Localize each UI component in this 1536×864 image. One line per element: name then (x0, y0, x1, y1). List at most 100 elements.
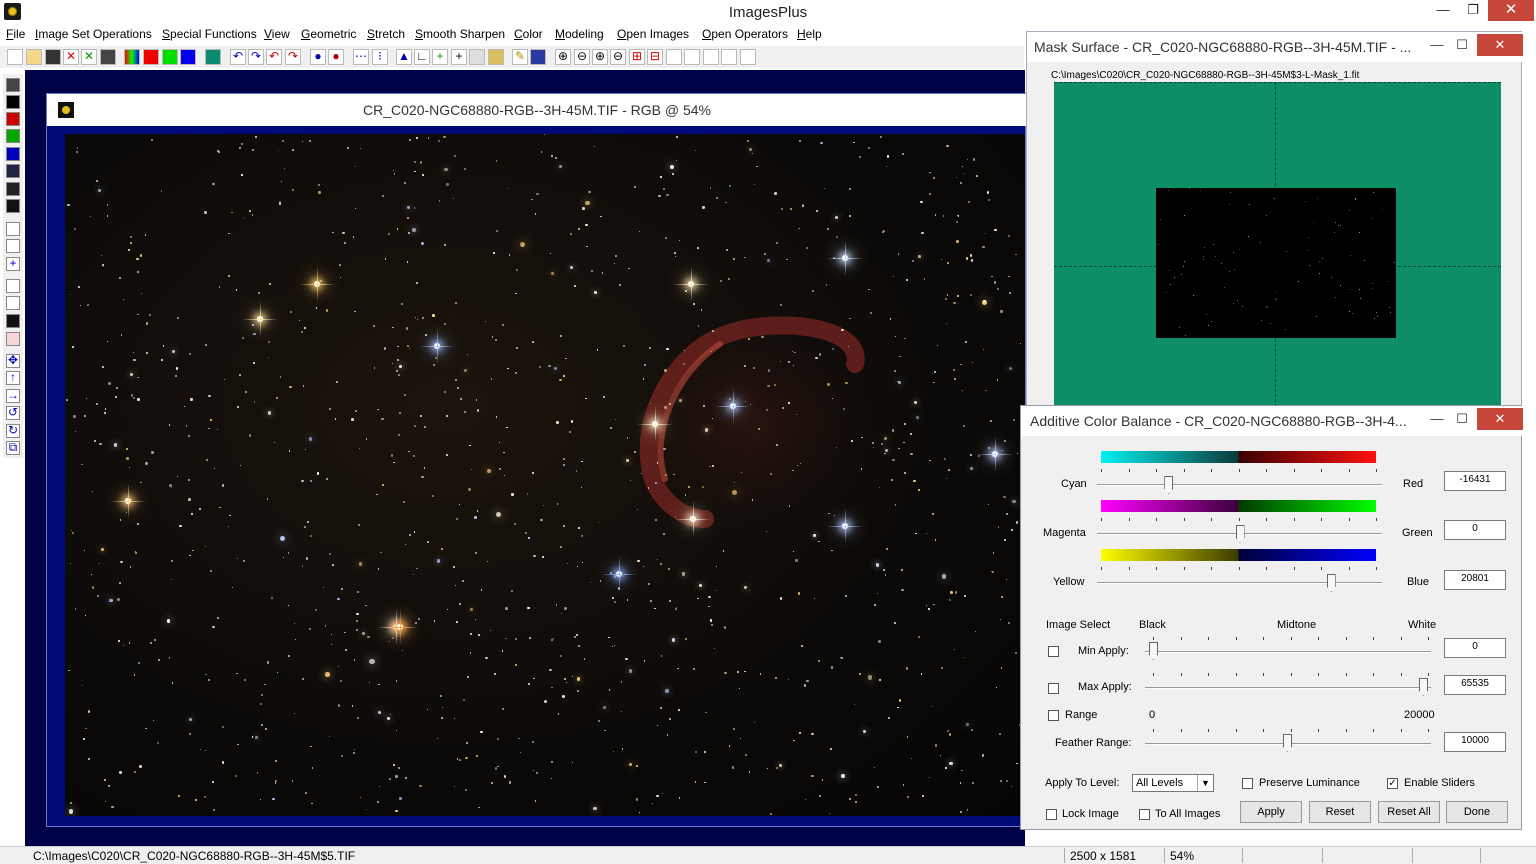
menu-file[interactable]: File (6, 27, 25, 41)
min-apply-slider-track[interactable] (1145, 651, 1431, 653)
mask-layer-icon[interactable] (6, 182, 20, 196)
green-layer-icon[interactable] (6, 129, 20, 143)
acb-close-button[interactable]: ✕ (1477, 408, 1523, 430)
minimize-button[interactable]: — (1430, 0, 1456, 21)
arrow-up-icon[interactable]: ↑ (6, 371, 20, 385)
pencil-icon[interactable]: ✎ (512, 49, 528, 65)
max-apply-value[interactable]: 65535 (1444, 675, 1506, 695)
frame-3-icon[interactable] (703, 49, 719, 65)
select-circle-icon[interactable]: ● (310, 49, 326, 65)
select-rect-icon[interactable] (6, 279, 20, 293)
restore-button[interactable]: ❐ (1460, 0, 1486, 21)
rotate-right-icon[interactable]: ↻ (6, 424, 20, 438)
save-tool-icon[interactable] (6, 78, 20, 92)
copy-tool-icon[interactable]: ⧉ (6, 441, 20, 455)
center-icon[interactable]: + (451, 49, 467, 65)
redo-all-icon[interactable]: ↷ (285, 49, 301, 65)
apply-button[interactable]: Apply (1240, 801, 1302, 823)
zoom-out-icon[interactable]: ⊖ (574, 49, 590, 65)
magenta-green-value[interactable]: 0 (1444, 520, 1506, 540)
rotate-tool-icon[interactable] (6, 222, 20, 236)
save-icon[interactable] (45, 49, 61, 65)
menu-image-set-operations[interactable]: Image Set Operations (35, 27, 152, 41)
zoom-actual-icon[interactable]: ⊖ (610, 49, 626, 65)
menu-geometric[interactable]: Geometric (301, 27, 356, 41)
frame-5-icon[interactable] (740, 49, 756, 65)
range-checkbox[interactable] (1048, 710, 1059, 721)
chevron-down-icon[interactable]: ▼ (1197, 775, 1213, 791)
close-image-icon[interactable]: ✕ (63, 49, 79, 65)
move-cross-icon[interactable]: + (6, 257, 20, 271)
min-apply-checkbox[interactable] (1048, 646, 1059, 657)
red-layer-icon[interactable] (6, 112, 20, 126)
undo-icon[interactable]: ↶ (230, 49, 246, 65)
mask-maximize-button[interactable]: ☐ (1452, 34, 1472, 56)
blue-channel-icon[interactable] (180, 49, 196, 65)
menu-view[interactable]: View (264, 27, 290, 41)
min-apply-slider-thumb[interactable] (1149, 642, 1158, 660)
palette-icon[interactable] (530, 49, 546, 65)
mask-close-button[interactable]: ✕ (1477, 34, 1523, 56)
reset-all-button[interactable]: Reset All (1378, 801, 1440, 823)
lock-image-checkbox[interactable] (1046, 809, 1057, 820)
menu-modeling[interactable]: Modeling (555, 27, 604, 41)
astro-image-canvas[interactable] (65, 134, 1025, 816)
curve-icon[interactable] (6, 314, 20, 328)
levels-icon[interactable] (6, 296, 20, 310)
close-button[interactable]: ✕ (1488, 0, 1534, 21)
yellow-blue-slider-thumb[interactable] (1326, 574, 1336, 592)
layer-tool-icon[interactable] (6, 95, 20, 109)
pan-arrows-icon[interactable]: ✥ (6, 354, 20, 368)
to-all-images-checkbox[interactable] (1139, 809, 1150, 820)
cyan-red-slider-track[interactable] (1097, 484, 1382, 486)
cyan-red-value[interactable]: -16431 (1444, 471, 1506, 491)
rotate-left-icon[interactable]: ↺ (6, 406, 20, 420)
menu-open-images[interactable]: Open Images (617, 27, 689, 41)
reset-icon[interactable] (6, 332, 20, 346)
rgb-channel-icon[interactable] (124, 49, 140, 65)
max-apply-slider-track[interactable] (1145, 687, 1431, 689)
redo-icon[interactable]: ↷ (248, 49, 264, 65)
zoom-in-icon[interactable]: ⊕ (555, 49, 571, 65)
mask-minimize-button[interactable]: — (1427, 34, 1447, 56)
plot-tool-icon[interactable]: ⁝ (372, 49, 388, 65)
menu-open-operators[interactable]: Open Operators (702, 27, 788, 41)
grid-icon[interactable] (469, 49, 485, 65)
mask-surface-view[interactable] (1054, 82, 1501, 412)
combine-layer-icon[interactable] (6, 164, 20, 178)
menu-smooth-sharpen[interactable]: Smooth Sharpen (415, 27, 505, 41)
feather-range-slider-thumb[interactable] (1283, 734, 1292, 752)
zoom-plus-icon[interactable]: ⊞ (629, 49, 645, 65)
menu-color[interactable]: Color (514, 27, 543, 41)
image-info-icon[interactable] (488, 49, 504, 65)
mask-invert-icon[interactable] (6, 199, 20, 213)
open-folder-icon[interactable] (26, 49, 42, 65)
menu-help[interactable]: Help (797, 27, 822, 41)
apply-to-level-select[interactable]: All Levels ▼ (1132, 774, 1214, 792)
min-apply-value[interactable]: 0 (1444, 638, 1506, 658)
select-ellipse-icon[interactable]: ● (328, 49, 344, 65)
menu-stretch[interactable]: Stretch (367, 27, 405, 41)
reset-button[interactable]: Reset (1309, 801, 1371, 823)
zoom-minus-icon[interactable]: ⊟ (647, 49, 663, 65)
yellow-blue-slider-track[interactable] (1097, 582, 1382, 584)
max-apply-slider-thumb[interactable] (1419, 678, 1428, 696)
luminance-icon[interactable] (205, 49, 221, 65)
new-file-icon[interactable] (7, 49, 23, 65)
red-channel-icon[interactable] (143, 49, 159, 65)
preserve-luminance-checkbox[interactable] (1242, 778, 1253, 789)
histogram-icon[interactable]: ▲ (396, 49, 412, 65)
line-tool-icon[interactable]: ⋯ (353, 49, 369, 65)
feather-range-value[interactable]: 10000 (1444, 732, 1506, 752)
undo-all-icon[interactable]: ↶ (266, 49, 282, 65)
print-icon[interactable] (100, 49, 116, 65)
enable-sliders-checkbox[interactable]: ✓ (1387, 778, 1398, 789)
max-apply-checkbox[interactable] (1048, 683, 1059, 694)
frame-2-icon[interactable] (684, 49, 700, 65)
brush-tool-icon[interactable] (6, 239, 20, 253)
blue-layer-icon[interactable] (6, 147, 20, 161)
green-channel-icon[interactable] (162, 49, 178, 65)
menu-special-functions[interactable]: Special Functions (162, 27, 257, 41)
zoom-fit-icon[interactable]: ⊕ (592, 49, 608, 65)
frame-icon[interactable] (666, 49, 682, 65)
